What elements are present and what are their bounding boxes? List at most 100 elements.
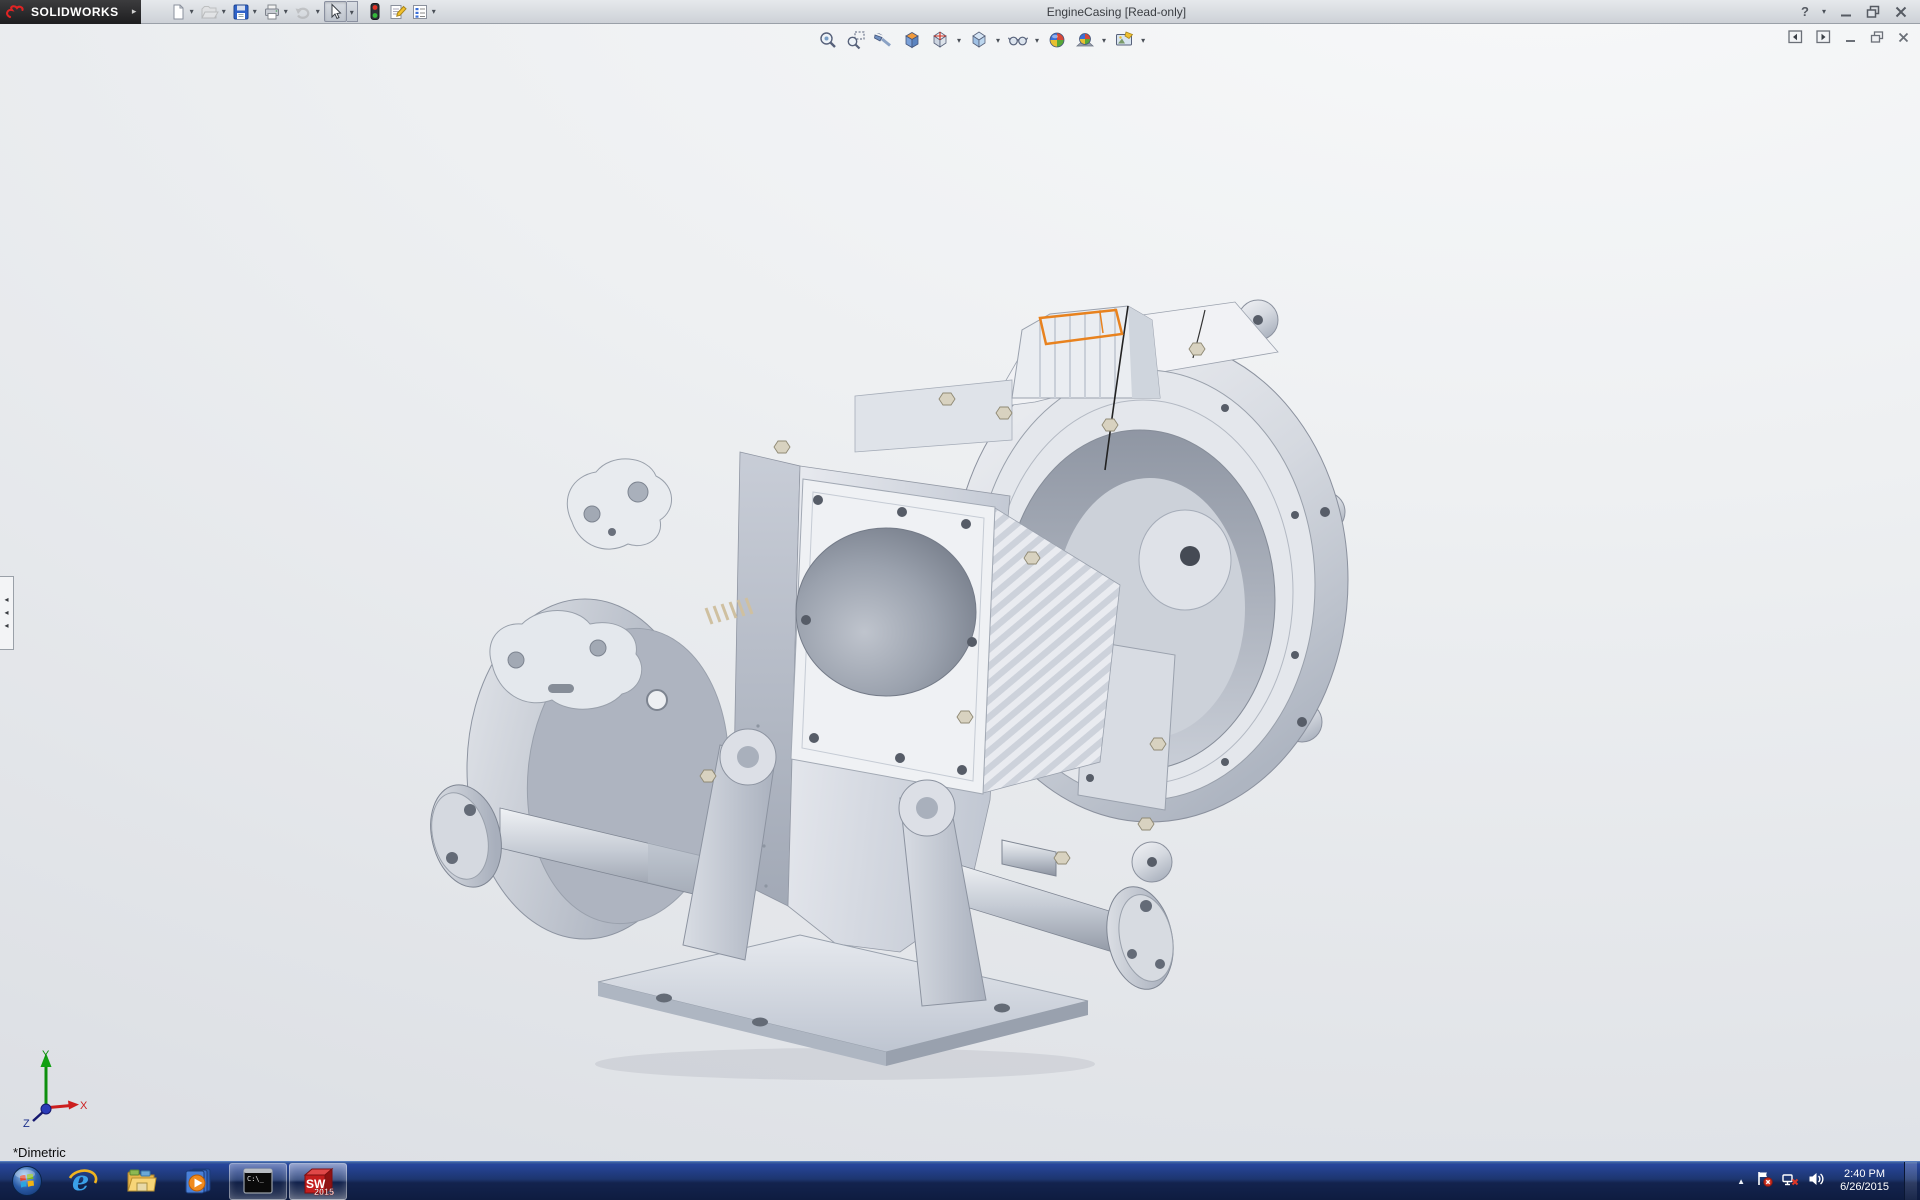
previous-pane-icon: [1788, 30, 1803, 44]
network-error-icon: [1782, 1171, 1799, 1187]
graphics-area[interactable]: ▾ ▾ ▾: [0, 24, 1920, 1161]
solidworks-2015-icon: SW 2015: [301, 1166, 335, 1196]
feature-tree-collapse-tab[interactable]: ◂ ◂ ◂: [0, 576, 14, 650]
next-pane-icon: [1816, 30, 1831, 44]
heads-up-view-toolbar: ▾ ▾ ▾: [815, 28, 1147, 52]
edit-appearance-icon: [1047, 30, 1067, 50]
previous-pane-button[interactable]: [1788, 30, 1803, 49]
triad-z-label: Z: [23, 1118, 30, 1129]
restore-button[interactable]: [1866, 5, 1881, 19]
open-dropdown-caret[interactable]: ▾: [221, 1, 230, 22]
hide-show-items-caret[interactable]: ▾: [1033, 30, 1041, 51]
doc-minimize-button[interactable]: [1844, 31, 1857, 49]
volume-icon: [1808, 1171, 1825, 1187]
network-status-button[interactable]: [1782, 1171, 1799, 1192]
display-style-button[interactable]: [966, 29, 991, 52]
display-style-caret[interactable]: ▾: [994, 30, 1002, 51]
solidworks-logo: SOLIDWORKS: [0, 0, 128, 24]
triad-y-label: Y: [42, 1049, 50, 1061]
view-orientation-icon: [930, 30, 950, 50]
taskbar-windows-explorer[interactable]: [112, 1162, 170, 1200]
minimize-button[interactable]: [1839, 5, 1853, 19]
view-settings-caret[interactable]: ▾: [1139, 30, 1147, 51]
action-center-button[interactable]: [1756, 1171, 1773, 1192]
next-pane-button[interactable]: [1816, 30, 1831, 49]
apply-scene-caret[interactable]: ▾: [1100, 30, 1108, 51]
apply-scene-button[interactable]: [1072, 29, 1097, 52]
cmd-label: C:\_: [247, 1175, 265, 1183]
start-button[interactable]: [0, 1162, 54, 1200]
options-icon: [411, 3, 429, 21]
taskbar-command-prompt[interactable]: C:\_: [229, 1163, 287, 1200]
view-orientation-label: *Dimetric: [13, 1145, 66, 1160]
view-settings-button[interactable]: [1111, 29, 1136, 52]
save-button[interactable]: [230, 1, 252, 22]
select-tool-button[interactable]: [324, 1, 347, 22]
collapse-arrow-icon: ◂: [4, 596, 8, 604]
minimize-icon: [1839, 5, 1853, 19]
file-properties-button[interactable]: [386, 1, 409, 22]
3d-model-engine-casing[interactable]: [0, 24, 1920, 1161]
view-orientation-caret[interactable]: ▾: [955, 30, 963, 51]
titlebar: SOLIDWORKS ▸ ▾ ▾ ▾: [0, 0, 1920, 24]
new-dropdown-caret[interactable]: ▾: [189, 1, 198, 22]
windows-explorer-icon: [125, 1167, 157, 1195]
help-button[interactable]: ?: [1801, 4, 1809, 19]
close-button[interactable]: [1894, 5, 1908, 19]
help-dropdown-caret[interactable]: ▾: [1822, 1, 1826, 22]
close-icon: [1894, 5, 1908, 19]
command-prompt-icon: C:\_: [243, 1168, 273, 1194]
taskbar-clock[interactable]: 2:40 PM 6/26/2015: [1834, 1168, 1895, 1195]
zoom-to-fit-icon: [818, 30, 838, 50]
zoom-to-area-button[interactable]: [843, 29, 868, 52]
options-button[interactable]: [409, 1, 431, 22]
open-button[interactable]: [198, 1, 221, 22]
taskbar-solidworks-2015[interactable]: SW 2015: [289, 1163, 347, 1200]
document-title: EngineCasing [Read-only]: [1047, 5, 1186, 19]
print-icon: [263, 3, 281, 21]
internet-explorer-icon: e: [68, 1166, 98, 1196]
clock-date: 6/26/2015: [1840, 1181, 1889, 1195]
print-button[interactable]: [261, 1, 283, 22]
rebuild-stoplight-button[interactable]: [364, 1, 386, 22]
open-icon: [200, 3, 219, 21]
save-dropdown-caret[interactable]: ▾: [252, 1, 261, 22]
collapse-arrow-icon: ◂: [4, 622, 8, 630]
taskbar-internet-explorer[interactable]: e: [54, 1162, 112, 1200]
edit-appearance-button[interactable]: [1044, 29, 1069, 52]
print-dropdown-caret[interactable]: ▾: [283, 1, 292, 22]
show-desktop-button[interactable]: [1904, 1162, 1917, 1200]
apply-scene-icon: [1075, 30, 1095, 50]
select-dropdown-caret[interactable]: ▾: [347, 1, 358, 22]
doc-close-button[interactable]: [1897, 31, 1910, 49]
view-settings-icon: [1114, 30, 1134, 50]
sw-logo-year: 2015: [314, 1187, 334, 1196]
system-tray: ▲: [1735, 1162, 1920, 1200]
action-center-flag-icon: [1756, 1171, 1773, 1187]
zoom-to-area-icon: [846, 30, 866, 50]
document-window-controls: [1788, 30, 1910, 49]
previous-view-button[interactable]: [871, 29, 896, 52]
section-view-icon: [902, 30, 922, 50]
hide-show-items-button[interactable]: [1005, 29, 1030, 52]
new-document-button[interactable]: [167, 1, 189, 22]
cylinder-bore[interactable]: [796, 528, 976, 696]
menu-expand-arrow[interactable]: ▸: [128, 0, 141, 24]
undo-dropdown-caret[interactable]: ▾: [315, 1, 324, 22]
save-icon: [232, 3, 250, 21]
restore-icon: [1866, 5, 1881, 19]
dassault-3ds-icon: [6, 4, 26, 20]
view-orientation-button[interactable]: [927, 29, 952, 52]
select-arrow-icon: [327, 3, 344, 21]
mounting-brackets[interactable]: [490, 459, 752, 709]
zoom-to-fit-button[interactable]: [815, 29, 840, 52]
show-hidden-icons-button[interactable]: ▲: [1735, 1177, 1747, 1186]
doc-restore-button[interactable]: [1870, 31, 1884, 49]
taskbar-media-player[interactable]: [170, 1162, 228, 1200]
options-dropdown-caret[interactable]: ▾: [431, 1, 440, 22]
volume-button[interactable]: [1808, 1171, 1825, 1192]
section-view-button[interactable]: [899, 29, 924, 52]
undo-button[interactable]: [292, 1, 315, 22]
doc-restore-icon: [1870, 31, 1884, 44]
rebuild-stoplight-icon: [366, 2, 384, 21]
